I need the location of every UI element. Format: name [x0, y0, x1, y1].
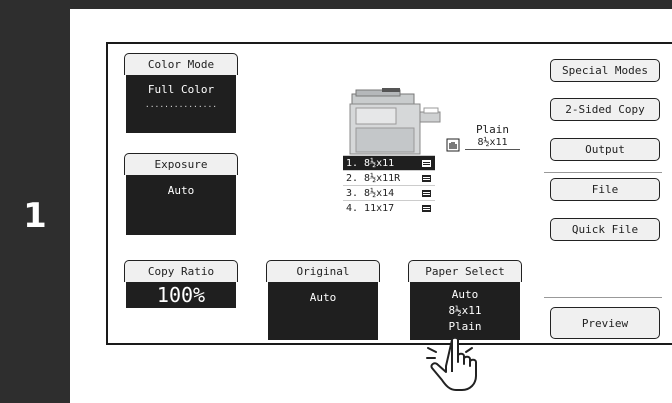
original-display: Auto [268, 282, 378, 340]
tray-label: 4. 11x17 [346, 202, 395, 214]
tray-icon [422, 189, 431, 197]
tray-icon [422, 174, 431, 182]
quick-file-button[interactable]: Quick File [550, 218, 660, 241]
special-modes-button[interactable]: Special Modes [550, 59, 660, 82]
exposure-display: Auto [126, 175, 236, 235]
divider [544, 297, 662, 298]
color-level-dots: ............... [144, 100, 218, 109]
color-mode-display: Full Color ............... [126, 75, 236, 133]
copy-ratio-button[interactable]: Copy Ratio [124, 260, 238, 282]
exposure-label: Exposure [154, 158, 208, 171]
divider [544, 172, 662, 173]
exposure-button[interactable]: Exposure [124, 153, 238, 175]
two-sided-copy-button[interactable]: 2-Sided Copy [550, 98, 660, 121]
file-button[interactable]: File [550, 178, 660, 201]
color-mode-value: Full Color [147, 83, 215, 96]
color-mode-button[interactable]: Color Mode [124, 53, 238, 75]
color-mode-label: Color Mode [147, 58, 215, 71]
output-paper-type: Plain [475, 123, 510, 136]
tray-icon [422, 159, 431, 167]
top-bar [0, 0, 672, 9]
tray-item-4[interactable]: 4. 11x17 [343, 200, 435, 215]
paper-tray-list: 1. 8½x11 2. 8½x11R 3. 8½x14 4. 11x17 [343, 155, 435, 215]
paper-select-display: Auto 8½x11 Plain [410, 282, 520, 340]
tray-label: 1. 8½x11 [346, 157, 395, 169]
exposure-value: Auto [167, 184, 195, 197]
copier-icon [342, 88, 442, 156]
original-value: Auto [309, 291, 337, 304]
preview-button[interactable]: Preview [550, 307, 660, 339]
tray-label: 2. 8½x11R [346, 172, 401, 184]
copy-ratio-label: Copy Ratio [147, 265, 215, 278]
original-button[interactable]: Original [266, 260, 380, 282]
paper-select-line-2: 8½x11 [448, 304, 482, 317]
hand-tray-icon [446, 137, 460, 152]
output-button[interactable]: Output [550, 138, 660, 161]
paper-select-button[interactable]: Paper Select [408, 260, 522, 282]
tray-icon [422, 204, 431, 212]
paper-select-line-1: Auto [451, 288, 479, 301]
original-label: Original [296, 265, 350, 278]
step-number: 1 [23, 196, 47, 236]
tray-item-2[interactable]: 2. 8½x11R [343, 170, 435, 185]
output-paper-size: 8½x11 [465, 137, 520, 150]
paper-select-line-3: Plain [448, 320, 482, 333]
tray-item-1[interactable]: 1. 8½x11 [343, 155, 435, 170]
tray-item-3[interactable]: 3. 8½x14 [343, 185, 435, 200]
copy-ratio-value: 100% [126, 282, 236, 308]
pointing-hand-icon [422, 336, 492, 394]
paper-select-label: Paper Select [425, 265, 505, 278]
tray-label: 3. 8½x14 [346, 187, 395, 199]
